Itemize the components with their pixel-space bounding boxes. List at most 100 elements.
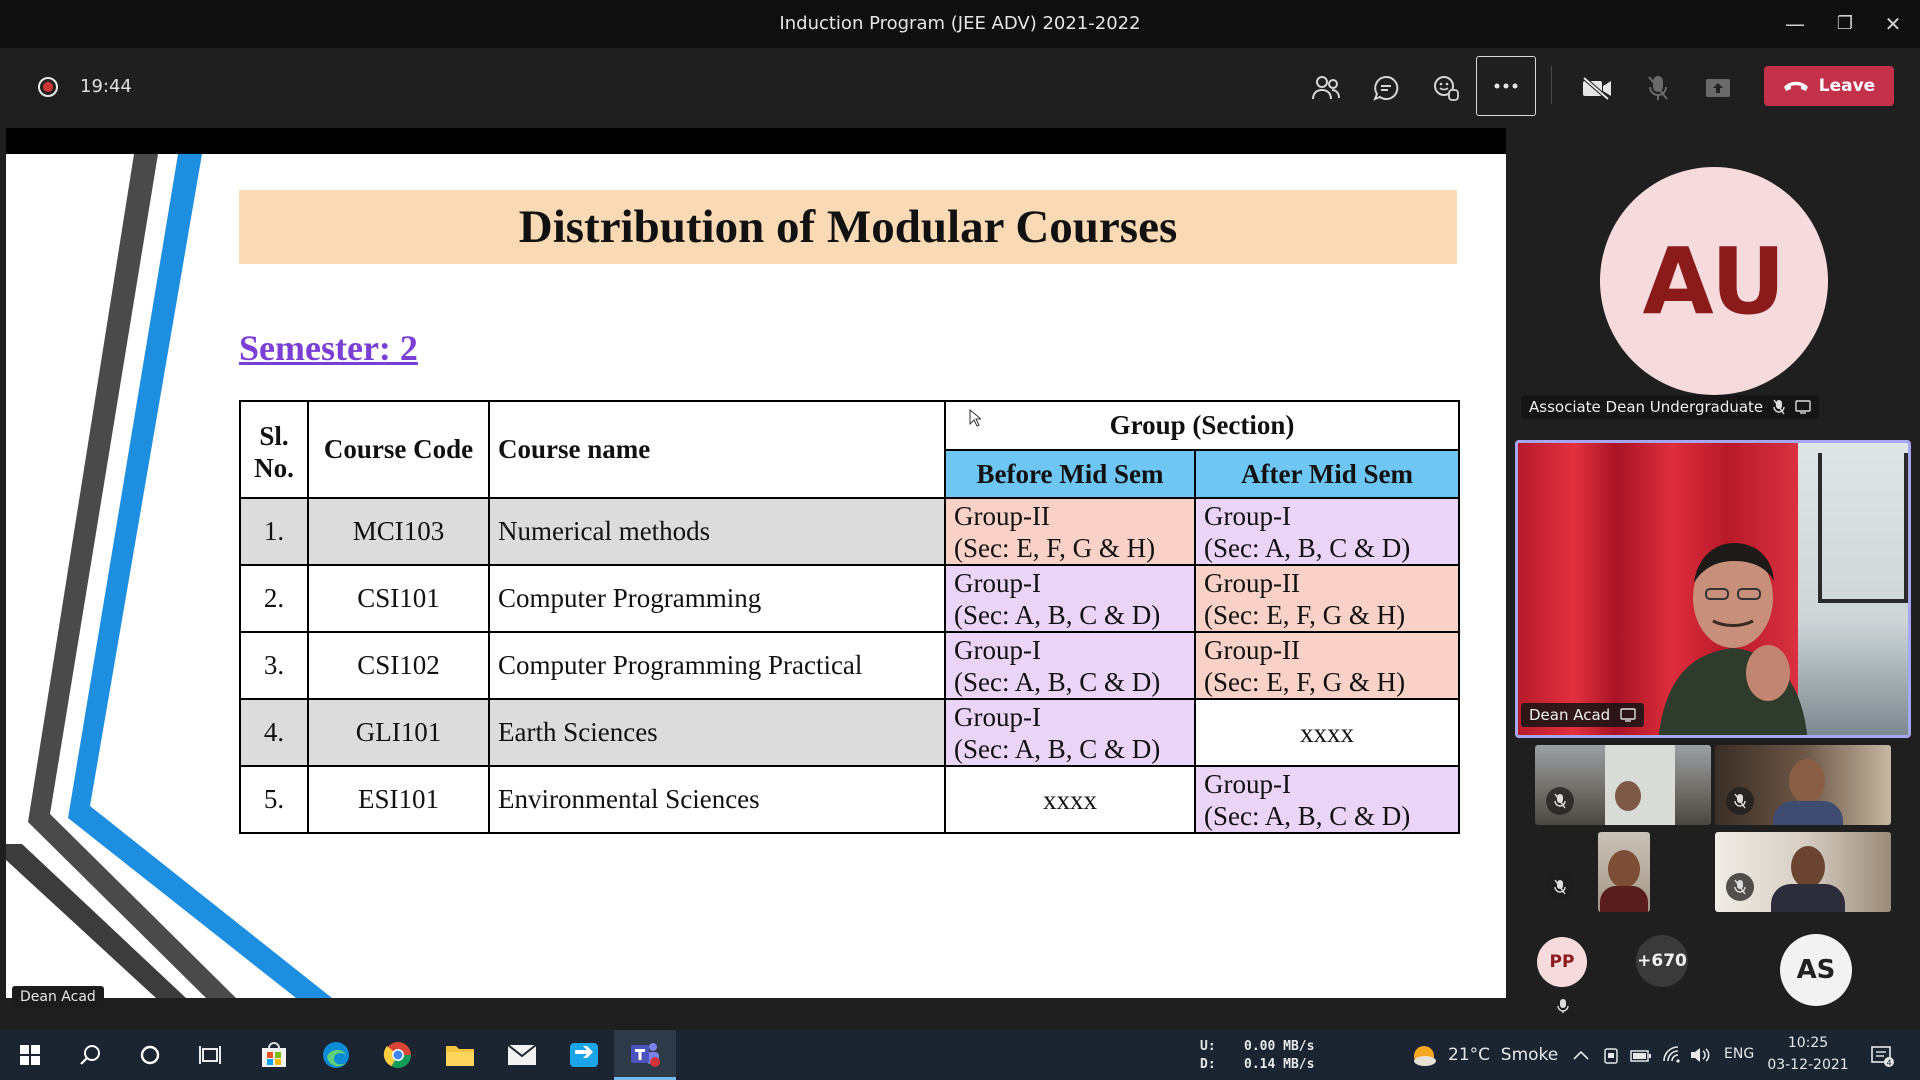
restore-button[interactable]: ❐ [1825, 8, 1865, 40]
row-code: GLI101 [307, 698, 490, 767]
task-view-button[interactable] [182, 1030, 238, 1080]
group-label: Group-II [1204, 634, 1300, 665]
group-label: Group-I [954, 567, 1041, 598]
speaker-avatar[interactable]: AU [1600, 167, 1828, 395]
remote-app-button[interactable] [556, 1030, 612, 1080]
thumb-mic-chip [1546, 873, 1574, 901]
participant-avatar-pp[interactable]: PP [1537, 937, 1587, 987]
folder-icon [446, 1046, 474, 1066]
header-course-name: Course name [488, 400, 946, 499]
thumb-person [1615, 781, 1641, 811]
share-screen-button[interactable] [1696, 68, 1740, 108]
row-name: Computer Programming Practical [488, 631, 946, 700]
camera-toggle-button[interactable] [1575, 68, 1619, 108]
file-explorer-button[interactable] [432, 1030, 488, 1080]
section-label: (Sec: A, B, C & D) [954, 666, 1161, 697]
row-after: Group-I (Sec: A, B, C & D) [1194, 765, 1460, 834]
search-button[interactable] [62, 1030, 118, 1080]
person-silhouette [1658, 543, 1808, 735]
group-label: Group-I [1204, 768, 1291, 799]
thumb-background [1605, 745, 1675, 825]
thumb-mic-chip [1726, 873, 1754, 901]
meeting-toolbar [0, 48, 1920, 128]
section-label: (Sec: A, B, C & D) [954, 599, 1161, 630]
mic-toggle-button[interactable] [1636, 68, 1680, 108]
slide-title-band: Distribution of Modular Courses [239, 190, 1457, 264]
table-row: 1. MCI103 Numerical methods Group-II (Sec… [239, 497, 1460, 566]
notifications-icon[interactable]: 4 [1870, 1045, 1894, 1067]
start-button[interactable] [2, 1030, 58, 1080]
reactions-button[interactable] [1424, 68, 1468, 108]
thumb-mic-chip [1726, 787, 1754, 815]
tray-app-icon[interactable] [1602, 1047, 1620, 1065]
row-name: Computer Programming [488, 564, 946, 633]
cortana-circle-icon [140, 1045, 160, 1065]
participants-button[interactable] [1304, 68, 1348, 108]
mic-off-icon [1648, 76, 1668, 100]
row-after: Group-I (Sec: A, B, C & D) [1194, 497, 1460, 566]
cortana-button[interactable] [122, 1030, 178, 1080]
row-sl: 4. [239, 698, 309, 767]
mail-app-button[interactable] [494, 1030, 550, 1080]
group-label: Group-II [954, 500, 1050, 531]
thumb-person [1608, 850, 1640, 888]
more-actions-button[interactable] [1476, 56, 1536, 116]
thumb-shirt [1773, 801, 1843, 825]
thumb-person [1791, 846, 1825, 888]
mic-icon [1557, 999, 1569, 1013]
row-before: Group-I (Sec: A, B, C & D) [944, 631, 1196, 700]
screen-share-icon [1795, 400, 1811, 414]
volume-icon[interactable] [1689, 1046, 1711, 1064]
leave-label: Leave [1818, 76, 1876, 96]
weather-sun-icon [1414, 1046, 1436, 1066]
screen-share-icon [1620, 708, 1636, 722]
section-label: (Sec: A, B, C & D) [1204, 800, 1411, 831]
thumb-mic-chip [1546, 787, 1574, 815]
chrome-app-button[interactable] [370, 1030, 426, 1080]
row-name: Environmental Sciences [488, 765, 946, 834]
group-label: Group-II [1204, 567, 1300, 598]
semester-heading: Semester: 2 [239, 328, 418, 368]
battery-icon[interactable] [1630, 1049, 1652, 1063]
net-down-label: D: [1200, 1057, 1216, 1072]
row-name: Earth Sciences [488, 698, 946, 767]
clock-date[interactable]: 03-12-2021 [1760, 1057, 1856, 1073]
chrome-browser-icon [383, 1042, 412, 1069]
slide-title: Distribution of Modular Courses [518, 201, 1178, 253]
camera-off-icon [1582, 76, 1611, 100]
video-name-tag: Dean Acad [1521, 703, 1645, 727]
mouse-cursor-icon [969, 409, 981, 427]
row-before: xxxx [944, 765, 1196, 834]
language-indicator[interactable]: ENG [1724, 1046, 1754, 1062]
more-participants-button[interactable]: +670 [1636, 935, 1688, 987]
clock-time[interactable]: 10:25 [1768, 1035, 1848, 1051]
minimize-button[interactable]: — [1775, 8, 1815, 40]
row-after: Group-II (Sec: E, F, G & H) [1194, 631, 1460, 700]
row-sl: 5. [239, 765, 309, 834]
thumb-shirt [1600, 886, 1648, 912]
wifi-icon[interactable] [1662, 1046, 1682, 1064]
edge-app-button[interactable] [308, 1030, 364, 1080]
store-app-button[interactable] [246, 1030, 302, 1080]
header-group-section: Group (Section) [944, 400, 1460, 451]
section-label: (Sec: E, F, G & H) [954, 532, 1156, 563]
raise-hand-icon [1434, 76, 1459, 101]
speaker-video[interactable] [1515, 440, 1911, 738]
close-button[interactable]: ✕ [1873, 8, 1913, 40]
participant-avatar-as[interactable]: AS [1780, 934, 1852, 1006]
participant-thumbnail[interactable] [1598, 832, 1650, 912]
weather-text[interactable]: 21°C Smoke [1448, 1045, 1558, 1065]
teams-app-button[interactable] [614, 1030, 676, 1080]
chevron-up-icon[interactable] [1573, 1050, 1589, 1060]
recording-icon [38, 77, 58, 97]
chat-button[interactable] [1364, 68, 1408, 108]
hang-up-icon [1783, 81, 1808, 91]
thumb-person [1789, 759, 1825, 803]
teams-logo-icon [631, 1042, 660, 1067]
windows-logo-icon [20, 1045, 40, 1065]
section-label: (Sec: E, F, G & H) [1204, 666, 1406, 697]
leave-button[interactable]: Leave [1764, 66, 1894, 106]
group-label: Group-I [1204, 500, 1291, 531]
table-row: 4. GLI101 Earth Sciences Group-I (Sec: A,… [239, 698, 1460, 767]
mic-muted-icon [1734, 879, 1746, 895]
